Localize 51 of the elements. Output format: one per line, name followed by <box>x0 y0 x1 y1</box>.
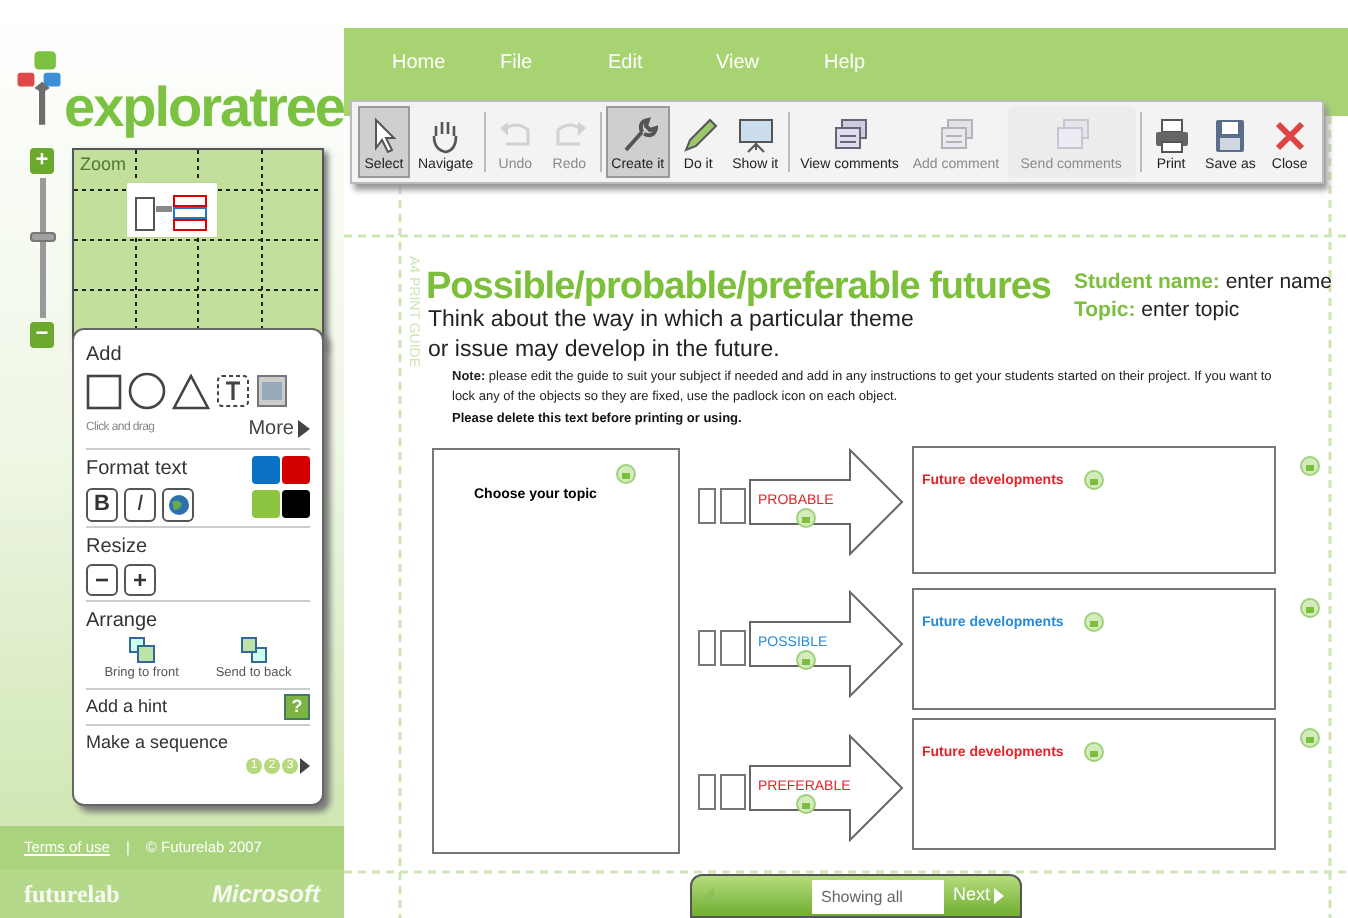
comments-icon <box>829 116 870 154</box>
square-icon <box>86 373 122 409</box>
small-box[interactable] <box>698 630 716 666</box>
section-title: Format text <box>86 456 190 484</box>
partner-logo: Microsoft <box>212 878 320 912</box>
intro-text: Think about the way in which a particular theme or issue may develop in the future. <box>428 306 914 366</box>
status-field[interactable]: Showing all <box>812 879 945 913</box>
play-icon <box>300 757 310 774</box>
more-button[interactable]: More <box>248 414 310 444</box>
small-box[interactable] <box>720 630 746 666</box>
color-swatch[interactable] <box>252 456 280 484</box>
small-box[interactable] <box>698 774 716 810</box>
color-swatch[interactable] <box>282 456 310 484</box>
small-box[interactable] <box>720 488 746 524</box>
bold-button[interactable]: B <box>86 488 118 522</box>
section-title: Make a sequence <box>86 730 231 757</box>
comments-icon <box>935 116 976 154</box>
italic-button[interactable]: I <box>124 488 156 522</box>
small-box[interactable] <box>698 488 716 524</box>
globe-icon <box>167 494 189 516</box>
section-title: Resize <box>86 534 150 562</box>
picture-tool-icon <box>256 374 288 408</box>
previous-icon <box>704 888 714 904</box>
layers-icon <box>127 636 156 664</box>
circle-icon <box>128 372 166 410</box>
printer-icon <box>1151 116 1192 154</box>
color-swatch[interactable] <box>252 490 280 518</box>
text-tool-icon <box>216 374 250 408</box>
zoom-slider[interactable] <box>29 178 55 318</box>
play-icon <box>994 888 1004 904</box>
document-title: Possible/probable/preferable futures <box>426 264 1051 309</box>
page-thumbnail-icon <box>126 182 218 238</box>
student-name-field[interactable]: Student name: enter name <box>1074 268 1332 300</box>
slider-thumb[interactable] <box>29 231 55 241</box>
section-title: Add <box>86 342 124 370</box>
globe-button[interactable] <box>162 488 194 522</box>
partner-logo: futurelab <box>24 878 120 912</box>
zoom-label: Zoom <box>80 152 127 178</box>
projector-screen-icon <box>735 116 776 154</box>
enlarge-button[interactable]: + <box>124 564 156 596</box>
play-icon <box>298 420 310 438</box>
app-logo: exploratree <box>64 80 344 136</box>
comments-icon <box>1051 116 1092 154</box>
shrink-button[interactable]: − <box>86 564 118 596</box>
layers-icon <box>239 636 268 664</box>
color-swatch[interactable] <box>282 490 310 518</box>
section-title: Arrange <box>86 608 160 636</box>
section-title: Add a hint <box>86 693 168 720</box>
topic-field[interactable]: Topic: enter topic <box>1074 296 1240 328</box>
small-box[interactable] <box>720 774 746 810</box>
triangle-icon <box>172 373 210 409</box>
